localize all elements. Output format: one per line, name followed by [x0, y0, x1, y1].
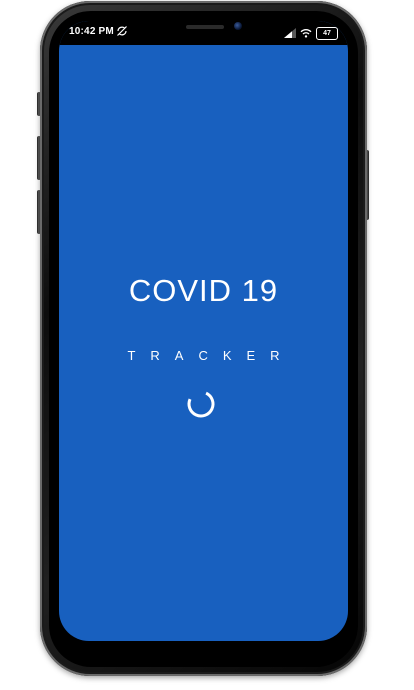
wifi-icon — [300, 29, 312, 38]
signal-icon — [284, 28, 296, 38]
spinner-icon — [187, 390, 215, 418]
earpiece-speaker — [186, 25, 224, 29]
app-screen: 10:42 PM 47 COVID 19 TRACKER — [59, 21, 348, 641]
sync-off-icon — [117, 26, 127, 36]
device-mockup: 10:42 PM 47 COVID 19 TRACKER — [0, 0, 414, 690]
app-title: COVID 19 — [128, 273, 279, 308]
battery-icon: 47 — [316, 26, 338, 40]
app-subtitle: TRACKER — [127, 348, 295, 363]
status-time: 10:42 PM — [69, 26, 114, 37]
status-right-icons: 47 — [284, 26, 338, 40]
front-camera — [234, 22, 242, 30]
